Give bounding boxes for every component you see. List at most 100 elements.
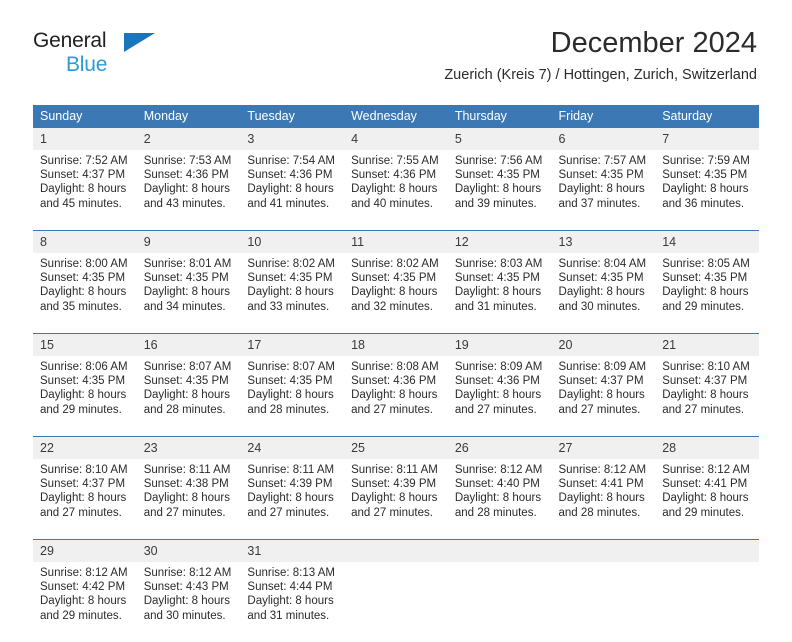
logo-triangle-icon <box>124 33 155 52</box>
day-cell[interactable]: Sunrise: 8:04 AM Sunset: 4:35 PM Dayligh… <box>551 253 656 334</box>
daylight-text: Daylight: 8 hours <box>662 492 749 505</box>
day-cell[interactable]: Sunrise: 8:12 AM Sunset: 4:41 PM Dayligh… <box>551 459 656 540</box>
sunset-text: Sunset: 4:35 PM <box>558 169 644 182</box>
sunrise-text: Sunrise: 8:12 AM <box>662 464 750 476</box>
daylight-text-cont: and 27 minutes. <box>351 506 433 519</box>
sunset-text: Sunset: 4:35 PM <box>40 375 126 388</box>
day-cell[interactable]: Sunrise: 8:12 AM Sunset: 4:41 PM Dayligh… <box>655 459 759 540</box>
day-number: 10 <box>240 230 345 253</box>
day-cell[interactable]: Sunrise: 8:03 AM Sunset: 4:35 PM Dayligh… <box>447 253 552 334</box>
daylight-text-cont: and 40 minutes. <box>351 197 433 210</box>
day-cell[interactable]: Sunrise: 8:02 AM Sunset: 4:35 PM Dayligh… <box>344 253 448 334</box>
day-cell[interactable]: Sunrise: 7:55 AM Sunset: 4:36 PM Dayligh… <box>344 150 448 231</box>
weekday-header-monday: Monday <box>136 105 241 128</box>
sunrise-text: Sunrise: 8:04 AM <box>558 258 647 270</box>
daylight-text-cont: and 27 minutes. <box>662 403 745 416</box>
weekday-header-saturday: Saturday <box>655 105 759 128</box>
daylight-text-cont: and 29 minutes. <box>662 300 745 313</box>
day-cell[interactable]: Sunrise: 7:54 AM Sunset: 4:36 PM Dayligh… <box>240 150 345 231</box>
daylight-text: Daylight: 8 hours <box>454 183 542 196</box>
logo-text-general: General <box>33 30 213 53</box>
day-cell[interactable]: Sunrise: 7:59 AM Sunset: 4:35 PM Dayligh… <box>655 150 759 231</box>
weekday-header-sunday: Sunday <box>33 105 137 128</box>
daylight-text: Daylight: 8 hours <box>454 492 542 505</box>
day-cell[interactable]: Sunrise: 8:09 AM Sunset: 4:37 PM Dayligh… <box>551 356 656 437</box>
daylight-text: Daylight: 8 hours <box>247 595 334 608</box>
day-cell[interactable]: Sunrise: 8:02 AM Sunset: 4:35 PM Dayligh… <box>240 253 345 334</box>
sunset-text: Sunset: 4:36 PM <box>454 375 540 388</box>
daylight-text: Daylight: 8 hours <box>351 389 438 402</box>
sunset-text: Sunset: 4:39 PM <box>351 478 437 491</box>
calendar-grid: Sunday Monday Tuesday Wednesday Thursday… <box>33 105 759 642</box>
sunset-text: Sunset: 4:36 PM <box>351 169 437 182</box>
day-cell[interactable]: Sunrise: 8:05 AM Sunset: 4:35 PM Dayligh… <box>655 253 759 334</box>
sunrise-text: Sunrise: 8:02 AM <box>247 258 335 270</box>
title-block: December 2024 Zuerich (Kreis 7) / Hottin… <box>444 26 757 85</box>
day-cell[interactable]: Sunrise: 8:08 AM Sunset: 4:36 PM Dayligh… <box>344 356 448 437</box>
week-number-row: 8 9 10 11 12 13 14 <box>33 230 759 253</box>
sunset-text: Sunset: 4:35 PM <box>454 169 540 182</box>
sunrise-text: Sunrise: 7:55 AM <box>351 155 439 167</box>
sunset-text: Sunset: 4:35 PM <box>143 272 229 285</box>
daylight-text-cont: and 30 minutes. <box>143 609 226 622</box>
daylight-text: Daylight: 8 hours <box>558 286 645 299</box>
day-cell-empty <box>551 562 656 642</box>
daylight-text: Daylight: 8 hours <box>558 389 645 402</box>
day-cell[interactable]: Sunrise: 8:01 AM Sunset: 4:35 PM Dayligh… <box>136 253 241 334</box>
sunrise-text: Sunrise: 8:09 AM <box>454 361 543 373</box>
week-info-row: Sunrise: 8:10 AM Sunset: 4:37 PM Dayligh… <box>33 459 759 540</box>
sunrise-text: Sunrise: 8:11 AM <box>351 464 438 476</box>
daylight-text-cont: and 29 minutes. <box>40 609 122 622</box>
day-number: 4 <box>344 128 448 150</box>
day-cell-empty <box>447 562 552 642</box>
sunset-text: Sunset: 4:36 PM <box>351 375 437 388</box>
day-number: 14 <box>655 230 759 253</box>
day-number: 3 <box>240 128 345 150</box>
day-cell[interactable]: Sunrise: 8:12 AM Sunset: 4:40 PM Dayligh… <box>447 459 552 540</box>
day-cell[interactable]: Sunrise: 8:12 AM Sunset: 4:43 PM Dayligh… <box>136 562 241 642</box>
daylight-text-cont: and 28 minutes. <box>143 403 226 416</box>
daylight-text: Daylight: 8 hours <box>351 492 438 505</box>
day-number: 5 <box>447 128 552 150</box>
day-cell[interactable]: Sunrise: 8:10 AM Sunset: 4:37 PM Dayligh… <box>655 356 759 437</box>
sunset-text: Sunset: 4:37 PM <box>40 169 126 182</box>
sunset-text: Sunset: 4:35 PM <box>662 272 748 285</box>
sunset-text: Sunset: 4:44 PM <box>247 581 333 594</box>
day-cell[interactable]: Sunrise: 8:07 AM Sunset: 4:35 PM Dayligh… <box>240 356 345 437</box>
sunrise-text: Sunrise: 8:13 AM <box>247 567 335 579</box>
sunset-text: Sunset: 4:36 PM <box>247 169 333 182</box>
week-info-row: Sunrise: 8:06 AM Sunset: 4:35 PM Dayligh… <box>33 356 759 437</box>
day-cell[interactable]: Sunrise: 8:12 AM Sunset: 4:42 PM Dayligh… <box>33 562 137 642</box>
day-cell[interactable]: Sunrise: 8:11 AM Sunset: 4:39 PM Dayligh… <box>344 459 448 540</box>
sunrise-text: Sunrise: 8:12 AM <box>558 464 647 476</box>
sunrise-text: Sunrise: 8:10 AM <box>40 464 128 476</box>
logo-word-blue: Blue <box>66 53 108 76</box>
daylight-text-cont: and 31 minutes. <box>247 609 330 622</box>
sunrise-text: Sunrise: 8:10 AM <box>662 361 750 373</box>
sunrise-text: Sunrise: 7:57 AM <box>558 155 647 167</box>
day-cell[interactable]: Sunrise: 7:52 AM Sunset: 4:37 PM Dayligh… <box>33 150 137 231</box>
sunrise-text: Sunrise: 7:53 AM <box>143 155 232 167</box>
day-cell[interactable]: Sunrise: 8:13 AM Sunset: 4:44 PM Dayligh… <box>240 562 345 642</box>
daylight-text-cont: and 30 minutes. <box>558 300 641 313</box>
daylight-text: Daylight: 8 hours <box>40 286 127 299</box>
day-number-empty <box>655 539 759 562</box>
week-number-row: 15 16 17 18 19 20 21 <box>33 333 759 356</box>
day-cell[interactable]: Sunrise: 8:10 AM Sunset: 4:37 PM Dayligh… <box>33 459 137 540</box>
day-cell[interactable]: Sunrise: 8:07 AM Sunset: 4:35 PM Dayligh… <box>136 356 241 437</box>
day-cell[interactable]: Sunrise: 8:09 AM Sunset: 4:36 PM Dayligh… <box>447 356 552 437</box>
daylight-text: Daylight: 8 hours <box>247 492 334 505</box>
daylight-text: Daylight: 8 hours <box>351 286 438 299</box>
sunrise-text: Sunrise: 8:07 AM <box>143 361 232 373</box>
day-cell[interactable]: Sunrise: 7:53 AM Sunset: 4:36 PM Dayligh… <box>136 150 241 231</box>
sunrise-text: Sunrise: 8:07 AM <box>247 361 335 373</box>
daylight-text-cont: and 27 minutes. <box>143 506 226 519</box>
day-cell[interactable]: Sunrise: 7:57 AM Sunset: 4:35 PM Dayligh… <box>551 150 656 231</box>
day-cell[interactable]: Sunrise: 8:11 AM Sunset: 4:38 PM Dayligh… <box>136 459 241 540</box>
day-cell[interactable]: Sunrise: 8:00 AM Sunset: 4:35 PM Dayligh… <box>33 253 137 334</box>
week-info-row: Sunrise: 7:52 AM Sunset: 4:37 PM Dayligh… <box>33 150 759 231</box>
day-cell[interactable]: Sunrise: 7:56 AM Sunset: 4:35 PM Dayligh… <box>447 150 552 231</box>
day-cell[interactable]: Sunrise: 8:11 AM Sunset: 4:39 PM Dayligh… <box>240 459 345 540</box>
daylight-text: Daylight: 8 hours <box>40 389 127 402</box>
day-cell[interactable]: Sunrise: 8:06 AM Sunset: 4:35 PM Dayligh… <box>33 356 137 437</box>
